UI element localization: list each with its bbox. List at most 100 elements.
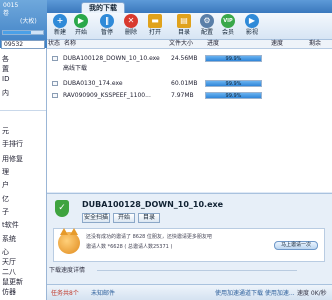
download-manager-window: 0015 卷 (大枚) 09532 各 置 ID 内 元 手排行 用修复 理 户… [0,0,332,300]
play-icon: ▶ [74,14,88,28]
detail-filename: DUBA100128_DOWN_10_10.exe [82,200,224,209]
delete-button-label: 删除 [124,29,137,36]
progress-text: 99.9% [225,56,242,62]
vip-icon: VIP [221,14,235,28]
sidebar-divider [0,110,46,111]
directory-button[interactable]: ▤ 目录 [174,14,194,37]
cat-mascot-icon [58,228,80,254]
shield-check-icon: ✓ [55,200,69,217]
sidebar-item[interactable]: 二八 [2,268,16,277]
vip-button-label: 会员 [221,29,234,36]
film-icon: ▶ [245,14,259,28]
account-select[interactable]: 09532 [1,40,45,49]
directory-button-label: 目录 [177,29,190,36]
new-button-label: 新建 [53,29,66,36]
file-size: 7.97MB [171,92,194,99]
sidebar-item[interactable]: 鼠更新 [2,278,23,287]
speed-details-label[interactable]: 下载速度详情 [49,267,85,274]
column-speed[interactable]: 速度 [271,40,283,48]
pause-button[interactable]: ‖ 暂停 [97,14,117,37]
detail-start-button[interactable]: 开始 [113,213,135,223]
download-list: DUBA100128_DOWN_10_10.exe 24.56MB 99.9% … [47,49,332,192]
plus-icon: + [53,14,67,28]
new-button[interactable]: + 新建 [50,14,70,37]
settings-button[interactable]: ⚙ 配置 [197,14,217,37]
progress-text: 99.9% [225,93,242,99]
directory-icon: ▤ [177,14,191,28]
download-row[interactable]: DUBA100128_DOWN_10_10.exe 24.56MB 99.9% [47,53,332,64]
sidebar-item[interactable]: ID [2,75,9,84]
sidebar-item[interactable]: 子 [2,208,9,217]
sidebar-item[interactable]: 系统 [2,235,16,244]
tab-my-downloads[interactable]: 我的下载 [81,2,125,13]
download-row[interactable]: RAV090909_KSSPEEF_1100... 7.97MB 99.9% [47,90,332,101]
promo-text: 还没有成功的邀请了 8628 位朋友，还快邀请更多朋友吧 [86,234,212,240]
sidebar-item[interactable]: 手排行 [2,140,23,149]
open-button[interactable]: ▬ 打开 [145,14,165,37]
unread-link[interactable]: 未知邮件 [91,285,115,300]
sidebar-item[interactable]: 各 [2,55,9,64]
start-button[interactable]: ▶ 开始 [71,14,91,37]
video-button-label: 影视 [245,29,258,36]
column-header: 状态 名称 文件大小 进度 速度 剩余 [47,40,332,49]
sidebar-item[interactable]: 仿器 [2,288,16,297]
account-progress-fill [3,31,31,34]
sidebar-item[interactable]: t软件 [2,221,19,230]
folder-icon: ▬ [148,14,162,28]
speed-readout: 速度 0K/秒 [297,290,327,297]
sidebar-item[interactable]: 亿 [2,195,9,204]
sidebar-item[interactable]: 户 [2,181,9,190]
file-name: DUBA0130_174.exe [63,80,123,87]
column-status[interactable]: 状态 [48,40,60,48]
account-progress-bar [2,30,44,35]
sidebar-item[interactable]: 置 [2,65,9,74]
file-substatus: 高线下载 [63,65,88,72]
promo-invite-count: 邀请人数 *6628 ( 总邀请人数25371 ) [86,244,173,250]
column-name[interactable]: 名称 [64,40,76,48]
column-remaining[interactable]: 剩余 [309,40,321,48]
sidebar-item[interactable]: 天厅 [2,258,16,267]
main-panel: 我的下载 + 新建 ▶ 开始 ‖ 暂停 ✕ 删除 ▬ 打开 ▤ 目录 ⚙ 配置 … [47,0,332,300]
file-name: RAV090909_KSSPEEF_1100... [63,92,151,99]
column-progress[interactable]: 进度 [207,40,219,48]
sidebar-item[interactable]: 元 [2,127,9,136]
toolbar: + 新建 ▶ 开始 ‖ 暂停 ✕ 删除 ▬ 打开 ▤ 目录 ⚙ 配置 VIP 会… [47,13,332,40]
sidebar-item[interactable]: 心 [2,248,9,257]
file-size: 60.01MB [171,80,198,87]
file-name: DUBA100128_DOWN_10_10.exe [63,55,160,62]
start-button-label: 开始 [74,29,87,36]
settings-button-label: 配置 [200,29,213,36]
sidebar-item[interactable]: 内 [2,89,9,98]
sidebar-item[interactable]: 用修复 [2,155,23,164]
row-status-icon [52,81,58,86]
column-size[interactable]: 文件大小 [169,40,193,48]
vip-button[interactable]: VIP 会员 [218,14,238,37]
account-line: 0015 [3,2,19,9]
row-status-icon [52,56,58,61]
delete-icon: ✕ [124,14,138,28]
task-count: 任务共8个 [51,290,79,297]
speed-divider [97,270,297,271]
sidebar: 0015 卷 (大枚) 09532 各 置 ID 内 元 手排行 用修复 理 户… [0,0,47,300]
delete-button[interactable]: ✕ 删除 [121,14,141,37]
gear-icon: ⚙ [200,14,214,28]
pause-icon: ‖ [100,14,114,28]
detail-directory-button[interactable]: 目录 [138,213,160,223]
speed-details: 下载速度详情 [49,266,329,275]
video-button[interactable]: ▶ 影视 [242,14,262,37]
sidebar-item[interactable]: 理 [2,168,9,177]
status-bar: 任务共8个 未知邮件 使用加速通道下载 使用加速... 速度 0K/秒 [47,284,332,300]
invite-now-button[interactable]: 马上邀请一次 [274,241,318,250]
pause-button-label: 暂停 [100,29,113,36]
progress-bar: 99.9% [205,55,262,62]
file-size: 24.56MB [171,55,198,62]
invite-promo: 还没有成功的邀请了 8628 位朋友，还快邀请更多朋友吧 邀请人数 *6628 … [53,228,325,262]
accelerate-link[interactable]: 使用加速通道下载 使用加速... [215,285,295,300]
progress-bar: 99.9% [205,92,262,99]
row-status-icon [52,93,58,98]
progress-bar: 99.9% [205,80,262,87]
download-row[interactable]: DUBA0130_174.exe 60.01MB 99.9% [47,78,332,89]
open-button-label: 打开 [148,29,161,36]
security-scan-button[interactable]: 安全扫描 [82,213,110,223]
detail-panel: ✓ DUBA100128_DOWN_10_10.exe 安全扫描 开始 目录 还… [47,193,332,300]
